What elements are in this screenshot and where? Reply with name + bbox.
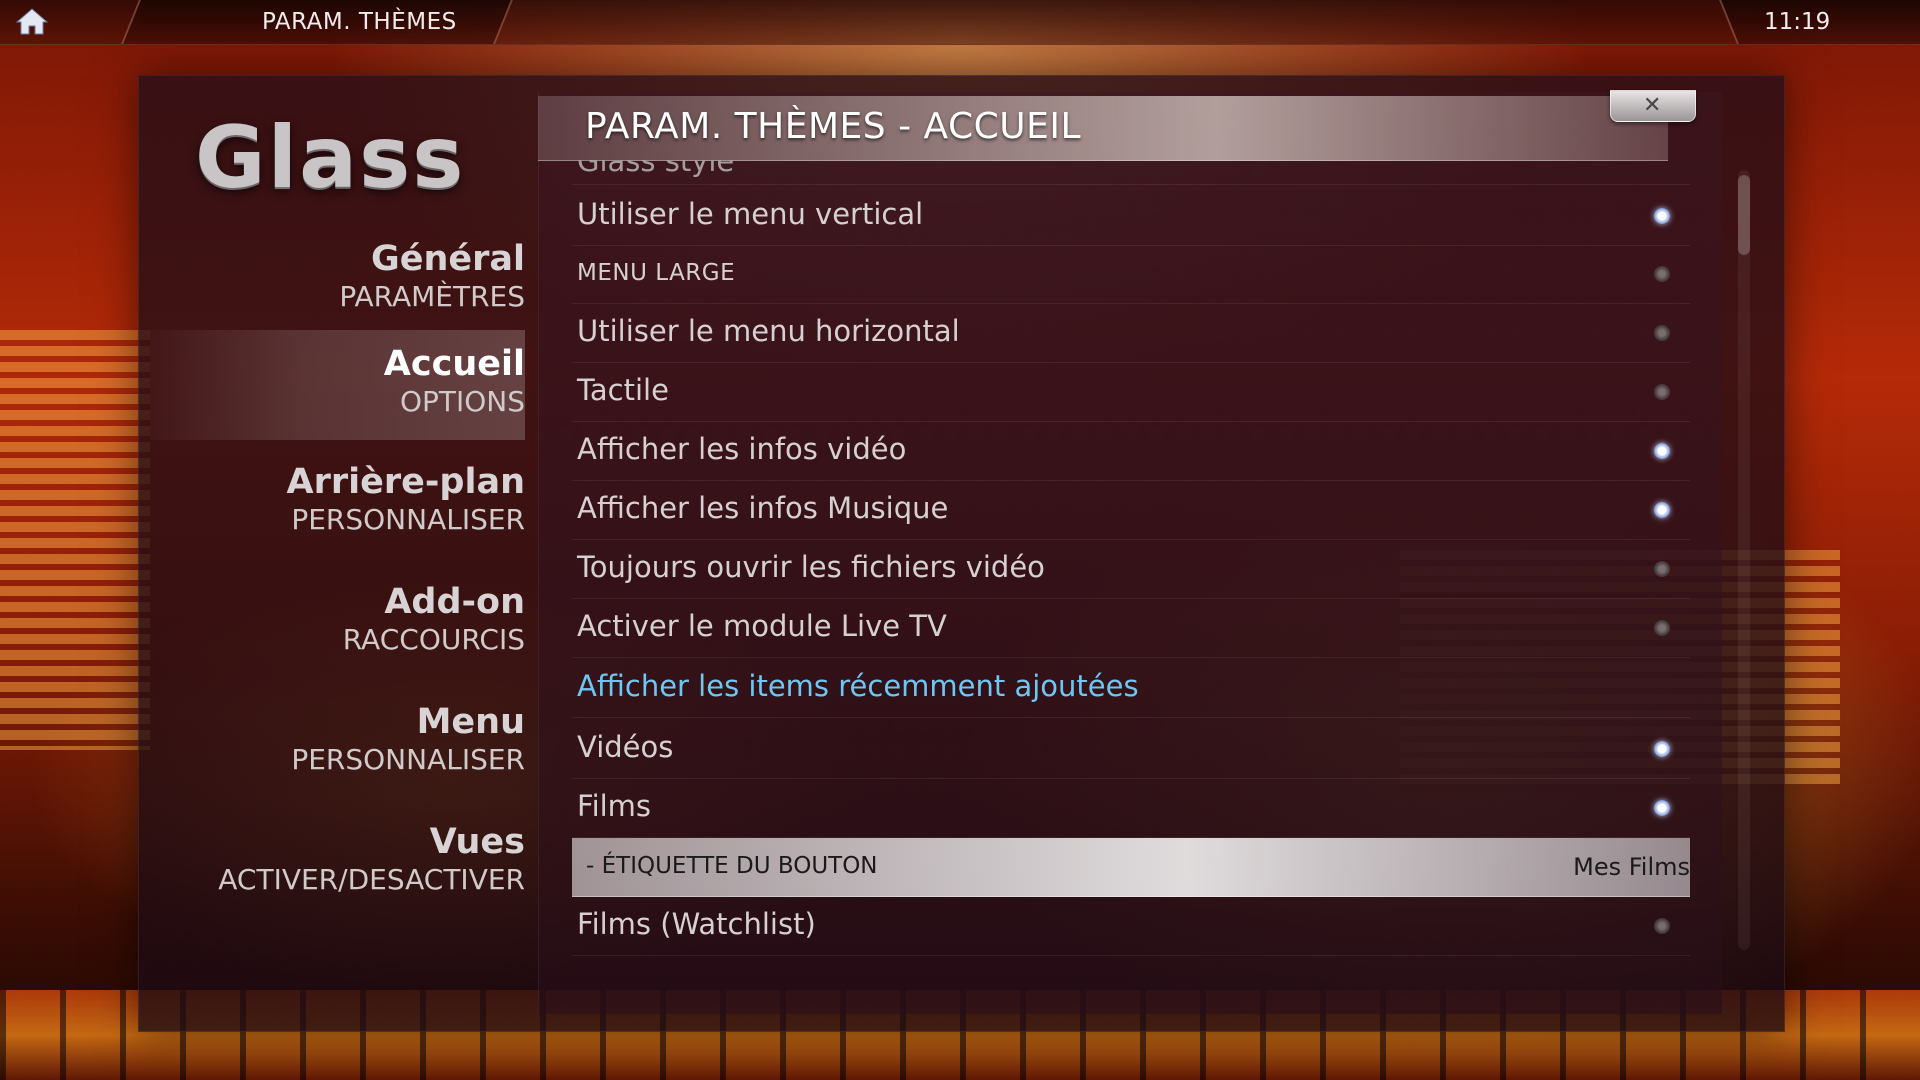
setting-label: Activer le module Live TV (577, 609, 947, 643)
radio-off-icon[interactable] (1654, 918, 1670, 934)
setting-row[interactable]: Activer le module Live TV (572, 599, 1690, 658)
background-equalizer (0, 330, 150, 750)
radio-on-icon[interactable] (1654, 741, 1670, 757)
sidebar-item-accueil[interactable]: Accueil OPTIONS (150, 330, 525, 440)
setting-row[interactable]: Films (572, 779, 1690, 838)
sidebar-item-subtitle: PARAMÈTRES (339, 280, 525, 313)
sidebar-item-add-on[interactable]: Add-on RACCOURCIS (150, 568, 525, 678)
dialog-title: PARAM. THÈMES - ACCUEIL (585, 106, 1082, 147)
setting-row[interactable]: Films (Watchlist) (572, 897, 1690, 956)
radio-on-icon[interactable] (1654, 502, 1670, 518)
setting-label: Tactile (577, 373, 669, 407)
setting-label: Afficher les infos Musique (577, 491, 949, 525)
sidebar-item-title: Général (371, 239, 525, 279)
setting-label: - ÉTIQUETTE DU BOUTON (586, 853, 878, 879)
scrollbar-thumb[interactable] (1738, 175, 1750, 255)
sidebar-item-vues[interactable]: Vues ACTIVER/DESACTIVER (150, 808, 525, 918)
sidebar-item-subtitle: OPTIONS (399, 385, 525, 418)
radio-off-icon[interactable] (1654, 561, 1670, 577)
scrollbar[interactable] (1738, 170, 1750, 950)
setting-row[interactable]: Utiliser le menu vertical (572, 187, 1690, 246)
radio-on-icon[interactable] (1654, 800, 1670, 816)
skin-logo: Glass (195, 108, 466, 208)
sidebar-item-title: Add-on (384, 582, 525, 622)
sidebar-item-title: Menu (416, 702, 525, 742)
radio-on-icon[interactable] (1654, 443, 1670, 459)
window-title: PARAM. THÈMES (262, 9, 457, 35)
setting-row[interactable]: Toujours ouvrir les fichiers vidéo (572, 540, 1690, 599)
setting-row[interactable]: Glass style (572, 160, 1690, 185)
sidebar-item-title: Accueil (383, 344, 525, 384)
sidebar-item-subtitle: ACTIVER/DESACTIVER (218, 863, 525, 896)
setting-row[interactable]: Tactile (572, 363, 1690, 422)
setting-row[interactable]: Afficher les infos Musique (572, 481, 1690, 540)
close-icon: ✕ (1643, 93, 1662, 118)
radio-off-icon[interactable] (1654, 620, 1670, 636)
sidebar-item-title: Vues (429, 822, 525, 862)
setting-row[interactable]: Afficher les infos vidéo (572, 422, 1690, 481)
setting-label: Toujours ouvrir les fichiers vidéo (577, 550, 1045, 584)
top-bar: PARAM. THÈMES 11:19 (0, 0, 1920, 45)
setting-label: Utiliser le menu horizontal (577, 314, 960, 348)
sidebar-item-subtitle: PERSONNALISER (291, 503, 525, 536)
setting-row-focused[interactable]: - ÉTIQUETTE DU BOUTON Mes Films (572, 838, 1690, 897)
radio-on-icon[interactable] (1654, 208, 1670, 224)
radio-off-icon[interactable] (1654, 384, 1670, 400)
setting-label: Afficher les items récemment ajoutées (577, 669, 1139, 703)
setting-label: Afficher les infos vidéo (577, 432, 907, 466)
settings-list: Glass style Utiliser le menu vertical MENU… (572, 160, 1690, 960)
sidebar-item-title: Arrière-plan (286, 462, 525, 502)
setting-label: Films (577, 789, 652, 823)
setting-label: Films (Watchlist) (577, 907, 816, 941)
sidebar-item-subtitle: RACCOURCIS (342, 623, 525, 656)
setting-row[interactable]: MENU LARGE (572, 245, 1690, 304)
home-icon[interactable] (14, 6, 50, 36)
setting-label: Glass style (577, 160, 735, 178)
setting-row[interactable]: Vidéos (572, 720, 1690, 779)
setting-value: Mes Films (1573, 853, 1690, 881)
radio-off-icon[interactable] (1654, 266, 1670, 282)
setting-row[interactable]: Utiliser le menu horizontal (572, 304, 1690, 363)
section-header: Afficher les items récemment ajoutées (572, 659, 1690, 718)
sidebar-item-g-n-ral[interactable]: Général PARAMÈTRES (150, 225, 525, 335)
sidebar-item-menu[interactable]: Menu PERSONNALISER (150, 688, 525, 798)
setting-label: MENU LARGE (577, 260, 736, 286)
radio-off-icon[interactable] (1654, 325, 1670, 341)
sidebar-item-subtitle: PERSONNALISER (291, 743, 525, 776)
close-button[interactable]: ✕ (1610, 90, 1696, 122)
setting-label: Utiliser le menu vertical (577, 197, 924, 231)
clock: 11:19 (1764, 9, 1831, 35)
setting-label: Vidéos (577, 730, 674, 764)
sidebar-item-arri-re-plan[interactable]: Arrière-plan PERSONNALISER (150, 448, 525, 558)
